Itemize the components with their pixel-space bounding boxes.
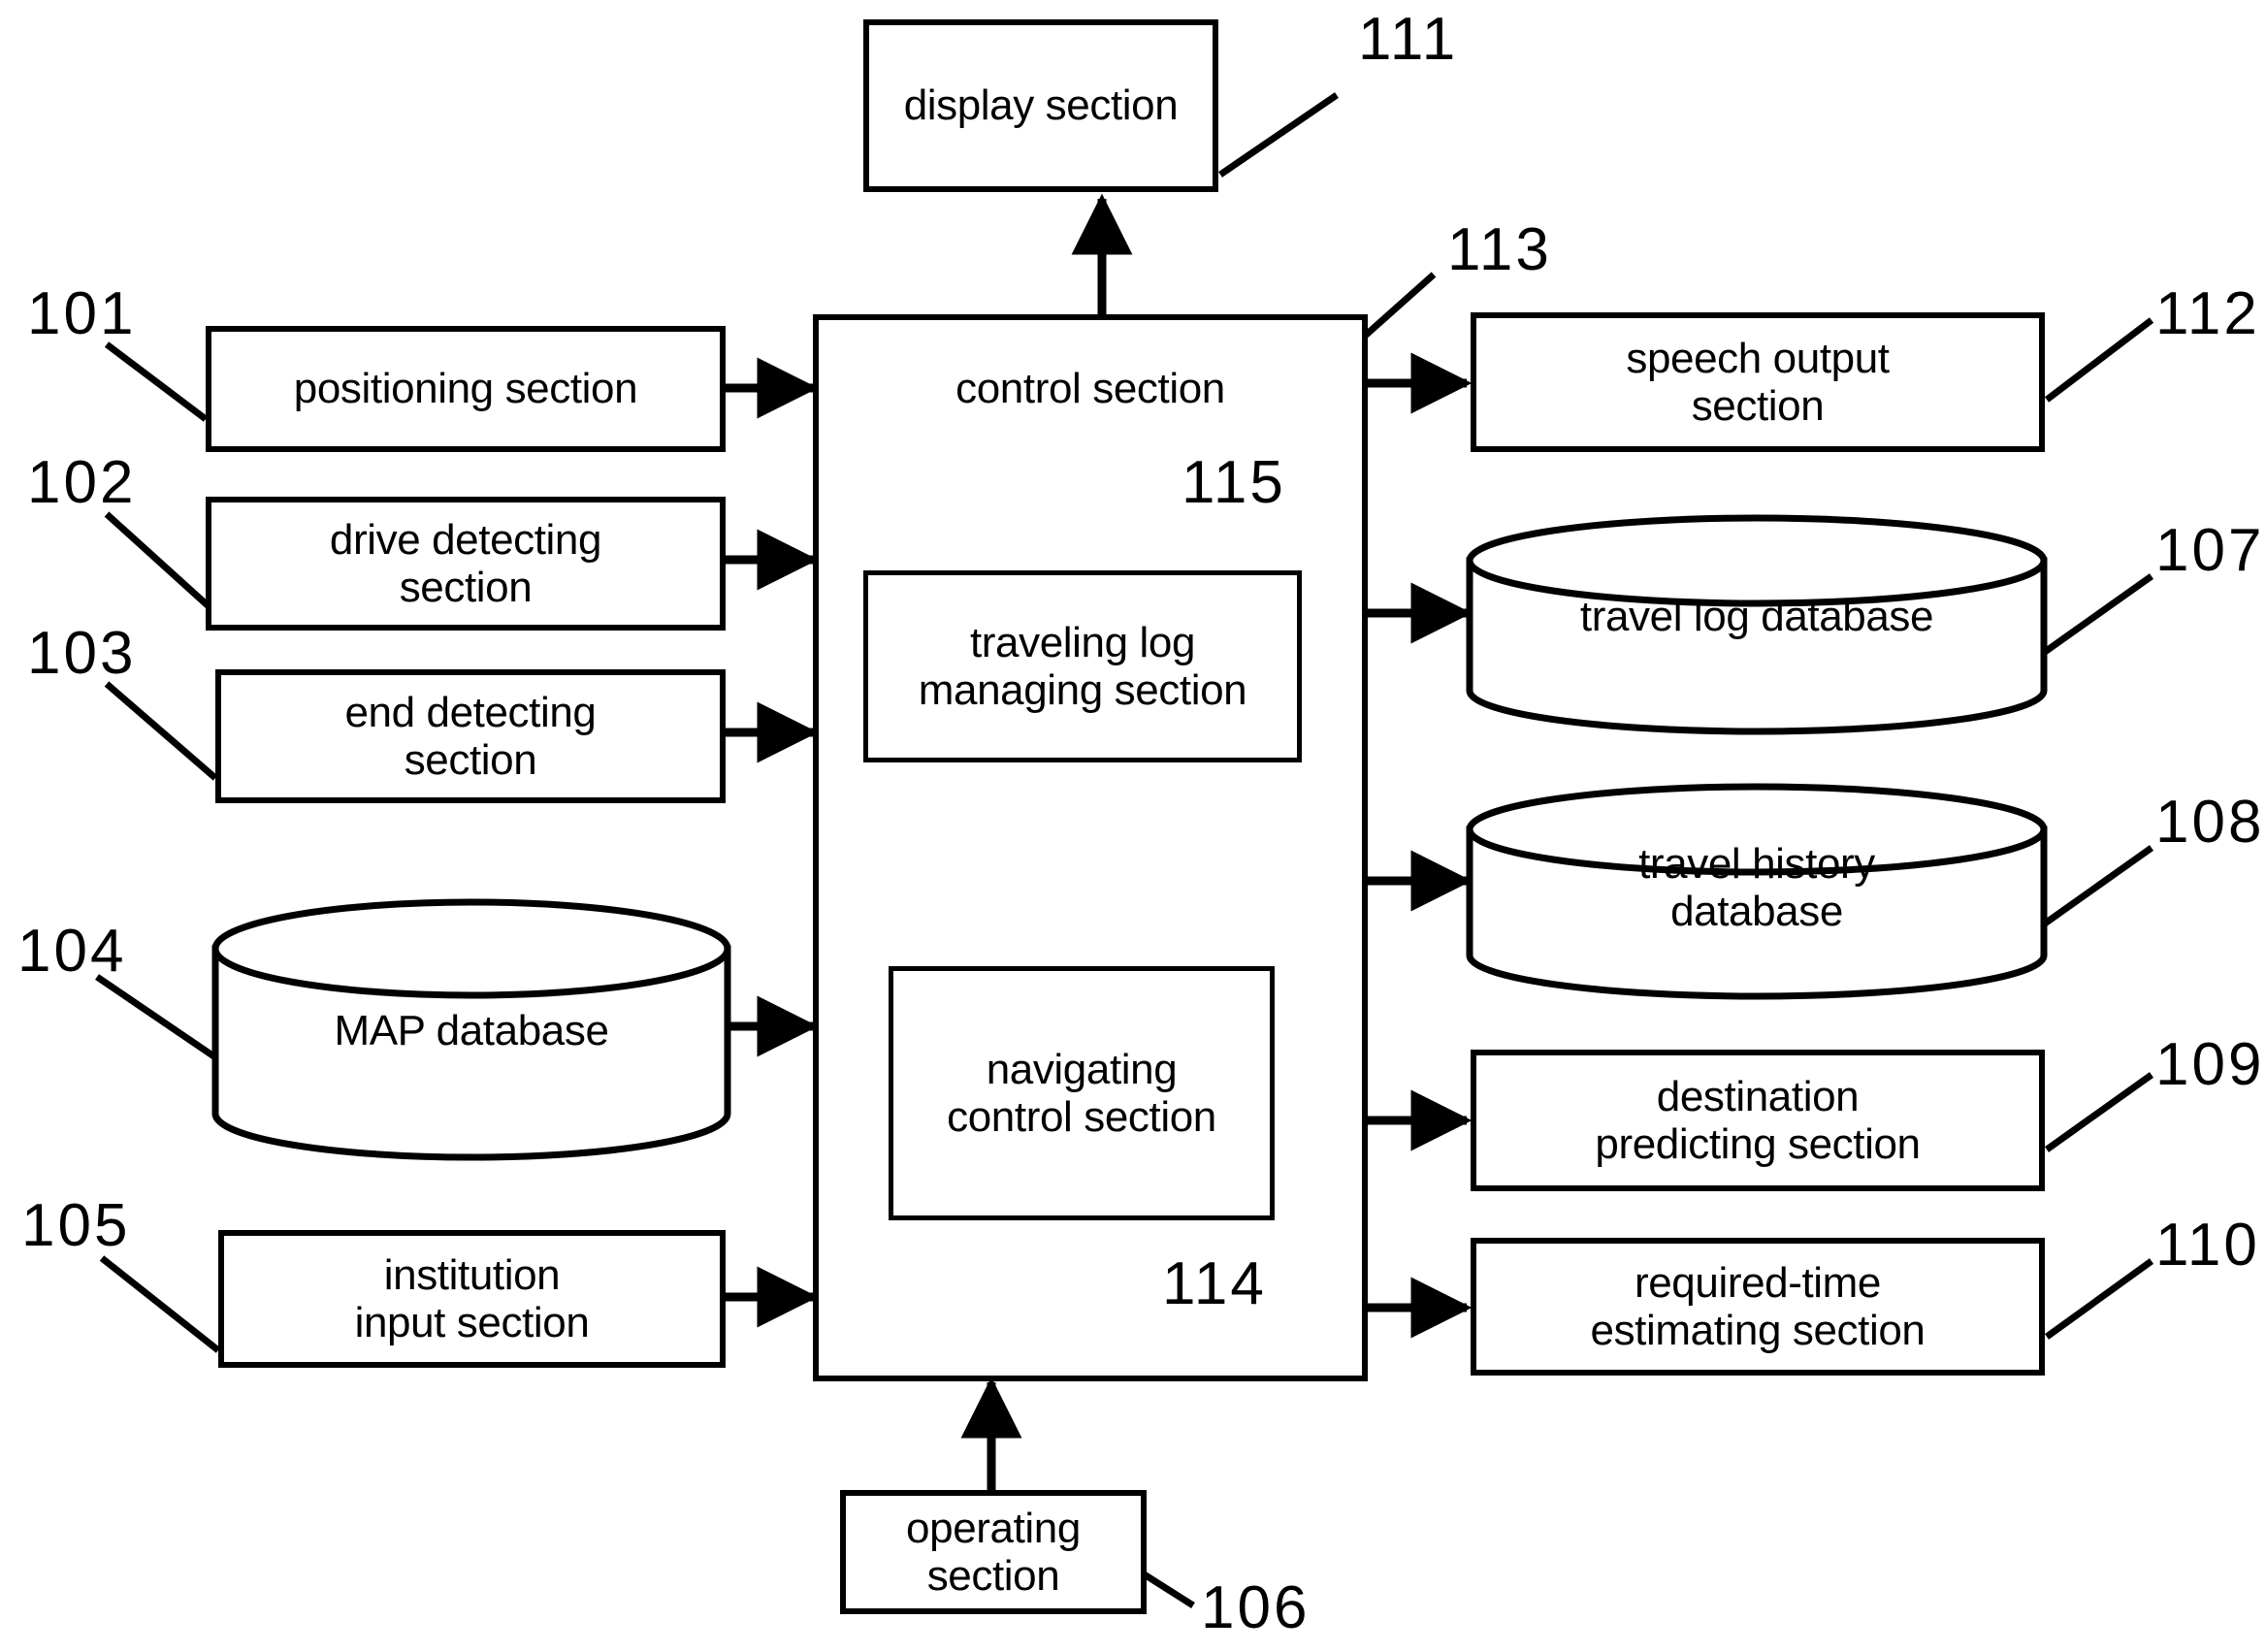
ref-115: 115	[1182, 449, 1286, 516]
node-map-database-label: MAP database	[334, 1007, 609, 1055]
ref-103: 103	[27, 620, 137, 687]
ref-111: 111	[1358, 6, 1459, 73]
leader-line-109	[2044, 1072, 2154, 1152]
node-end-detecting-section-label-line1: end detecting	[344, 688, 597, 736]
node-drive-detecting-section-label-line1: drive detecting	[329, 515, 602, 564]
node-navigating-control-section[interactable]: navigating control section	[889, 966, 1275, 1220]
node-travel-history-database-label-line2: database	[1670, 888, 1843, 935]
node-travel-log-database[interactable]: travel log database	[1470, 574, 2044, 660]
node-navigating-control-section-label-line2: control section	[947, 1093, 1216, 1141]
node-traveling-log-managing-section[interactable]: traveling log managing section	[863, 570, 1302, 762]
leader-line-113	[1360, 272, 1437, 340]
node-speech-output-section[interactable]: speech output section	[1471, 312, 2045, 452]
node-positioning-section[interactable]: positioning section	[206, 326, 726, 452]
diagram-canvas: display section 111 positioning section …	[0, 0, 2266, 1652]
ref-107: 107	[2155, 517, 2265, 584]
ref-105: 105	[21, 1192, 131, 1259]
node-institution-input-section-label-line1: institution	[383, 1250, 561, 1299]
leader-line-105	[99, 1255, 221, 1353]
node-speech-output-section-label-line2: section	[1691, 382, 1825, 430]
ref-104: 104	[17, 918, 127, 985]
leader-line-103	[104, 681, 218, 781]
node-speech-output-section-label-line1: speech output	[1626, 334, 1890, 382]
node-drive-detecting-section-label-line2: section	[399, 564, 533, 611]
node-operating-section-label: operating section	[906, 1504, 1081, 1600]
ref-110: 110	[2155, 1212, 2260, 1279]
node-destination-predicting-section[interactable]: destination predicting section	[1471, 1050, 2045, 1191]
leader-line-108	[2042, 845, 2154, 926]
node-operating-section[interactable]: operating section	[840, 1490, 1147, 1614]
ref-101: 101	[27, 280, 137, 347]
ref-113: 113	[1447, 216, 1552, 283]
node-positioning-section-label: positioning section	[293, 365, 638, 413]
ref-106: 106	[1201, 1574, 1311, 1641]
node-destination-predicting-section-label-line1: destination	[1656, 1072, 1860, 1120]
ref-112: 112	[2155, 280, 2260, 347]
ref-114: 114	[1162, 1250, 1267, 1317]
leader-line-102	[104, 511, 211, 609]
node-travel-history-database-label-line1: travel history	[1638, 839, 1875, 888]
node-end-detecting-section-label-line2: section	[404, 736, 537, 784]
leader-line-111	[1218, 92, 1339, 178]
node-display-section[interactable]: display section	[863, 19, 1218, 192]
ref-102: 102	[27, 449, 137, 516]
node-map-database[interactable]: MAP database	[215, 988, 728, 1075]
ref-108: 108	[2155, 789, 2265, 856]
node-end-detecting-section[interactable]: end detecting section	[215, 669, 726, 803]
node-required-time-estimating-section-label-line1: required-time	[1634, 1258, 1881, 1307]
node-display-section-label: display section	[903, 81, 1179, 130]
node-drive-detecting-section[interactable]: drive detecting section	[206, 497, 726, 631]
node-travel-history-database[interactable]: travel history database	[1470, 829, 2044, 946]
leader-line-107	[2042, 573, 2154, 655]
leader-line-101	[104, 341, 209, 422]
node-traveling-log-managing-section-label-line1: traveling log	[969, 618, 1196, 666]
node-traveling-log-managing-section-label-line2: managing section	[918, 666, 1247, 714]
node-institution-input-section[interactable]: institution input section	[218, 1230, 726, 1368]
leader-line-112	[2044, 317, 2154, 403]
node-control-section-label: control section	[955, 365, 1225, 412]
node-institution-input-section-label-line2: input section	[354, 1299, 590, 1346]
node-navigating-control-section-label-line1: navigating	[986, 1045, 1178, 1093]
leader-line-110	[2044, 1258, 2154, 1340]
node-required-time-estimating-section-label-line2: estimating section	[1590, 1307, 1926, 1354]
node-required-time-estimating-section[interactable]: required-time estimating section	[1471, 1238, 2045, 1376]
ref-109: 109	[2155, 1031, 2265, 1098]
node-destination-predicting-section-label-line2: predicting section	[1595, 1120, 1921, 1168]
node-travel-log-database-label: travel log database	[1579, 593, 1934, 641]
leader-line-104	[95, 974, 217, 1060]
